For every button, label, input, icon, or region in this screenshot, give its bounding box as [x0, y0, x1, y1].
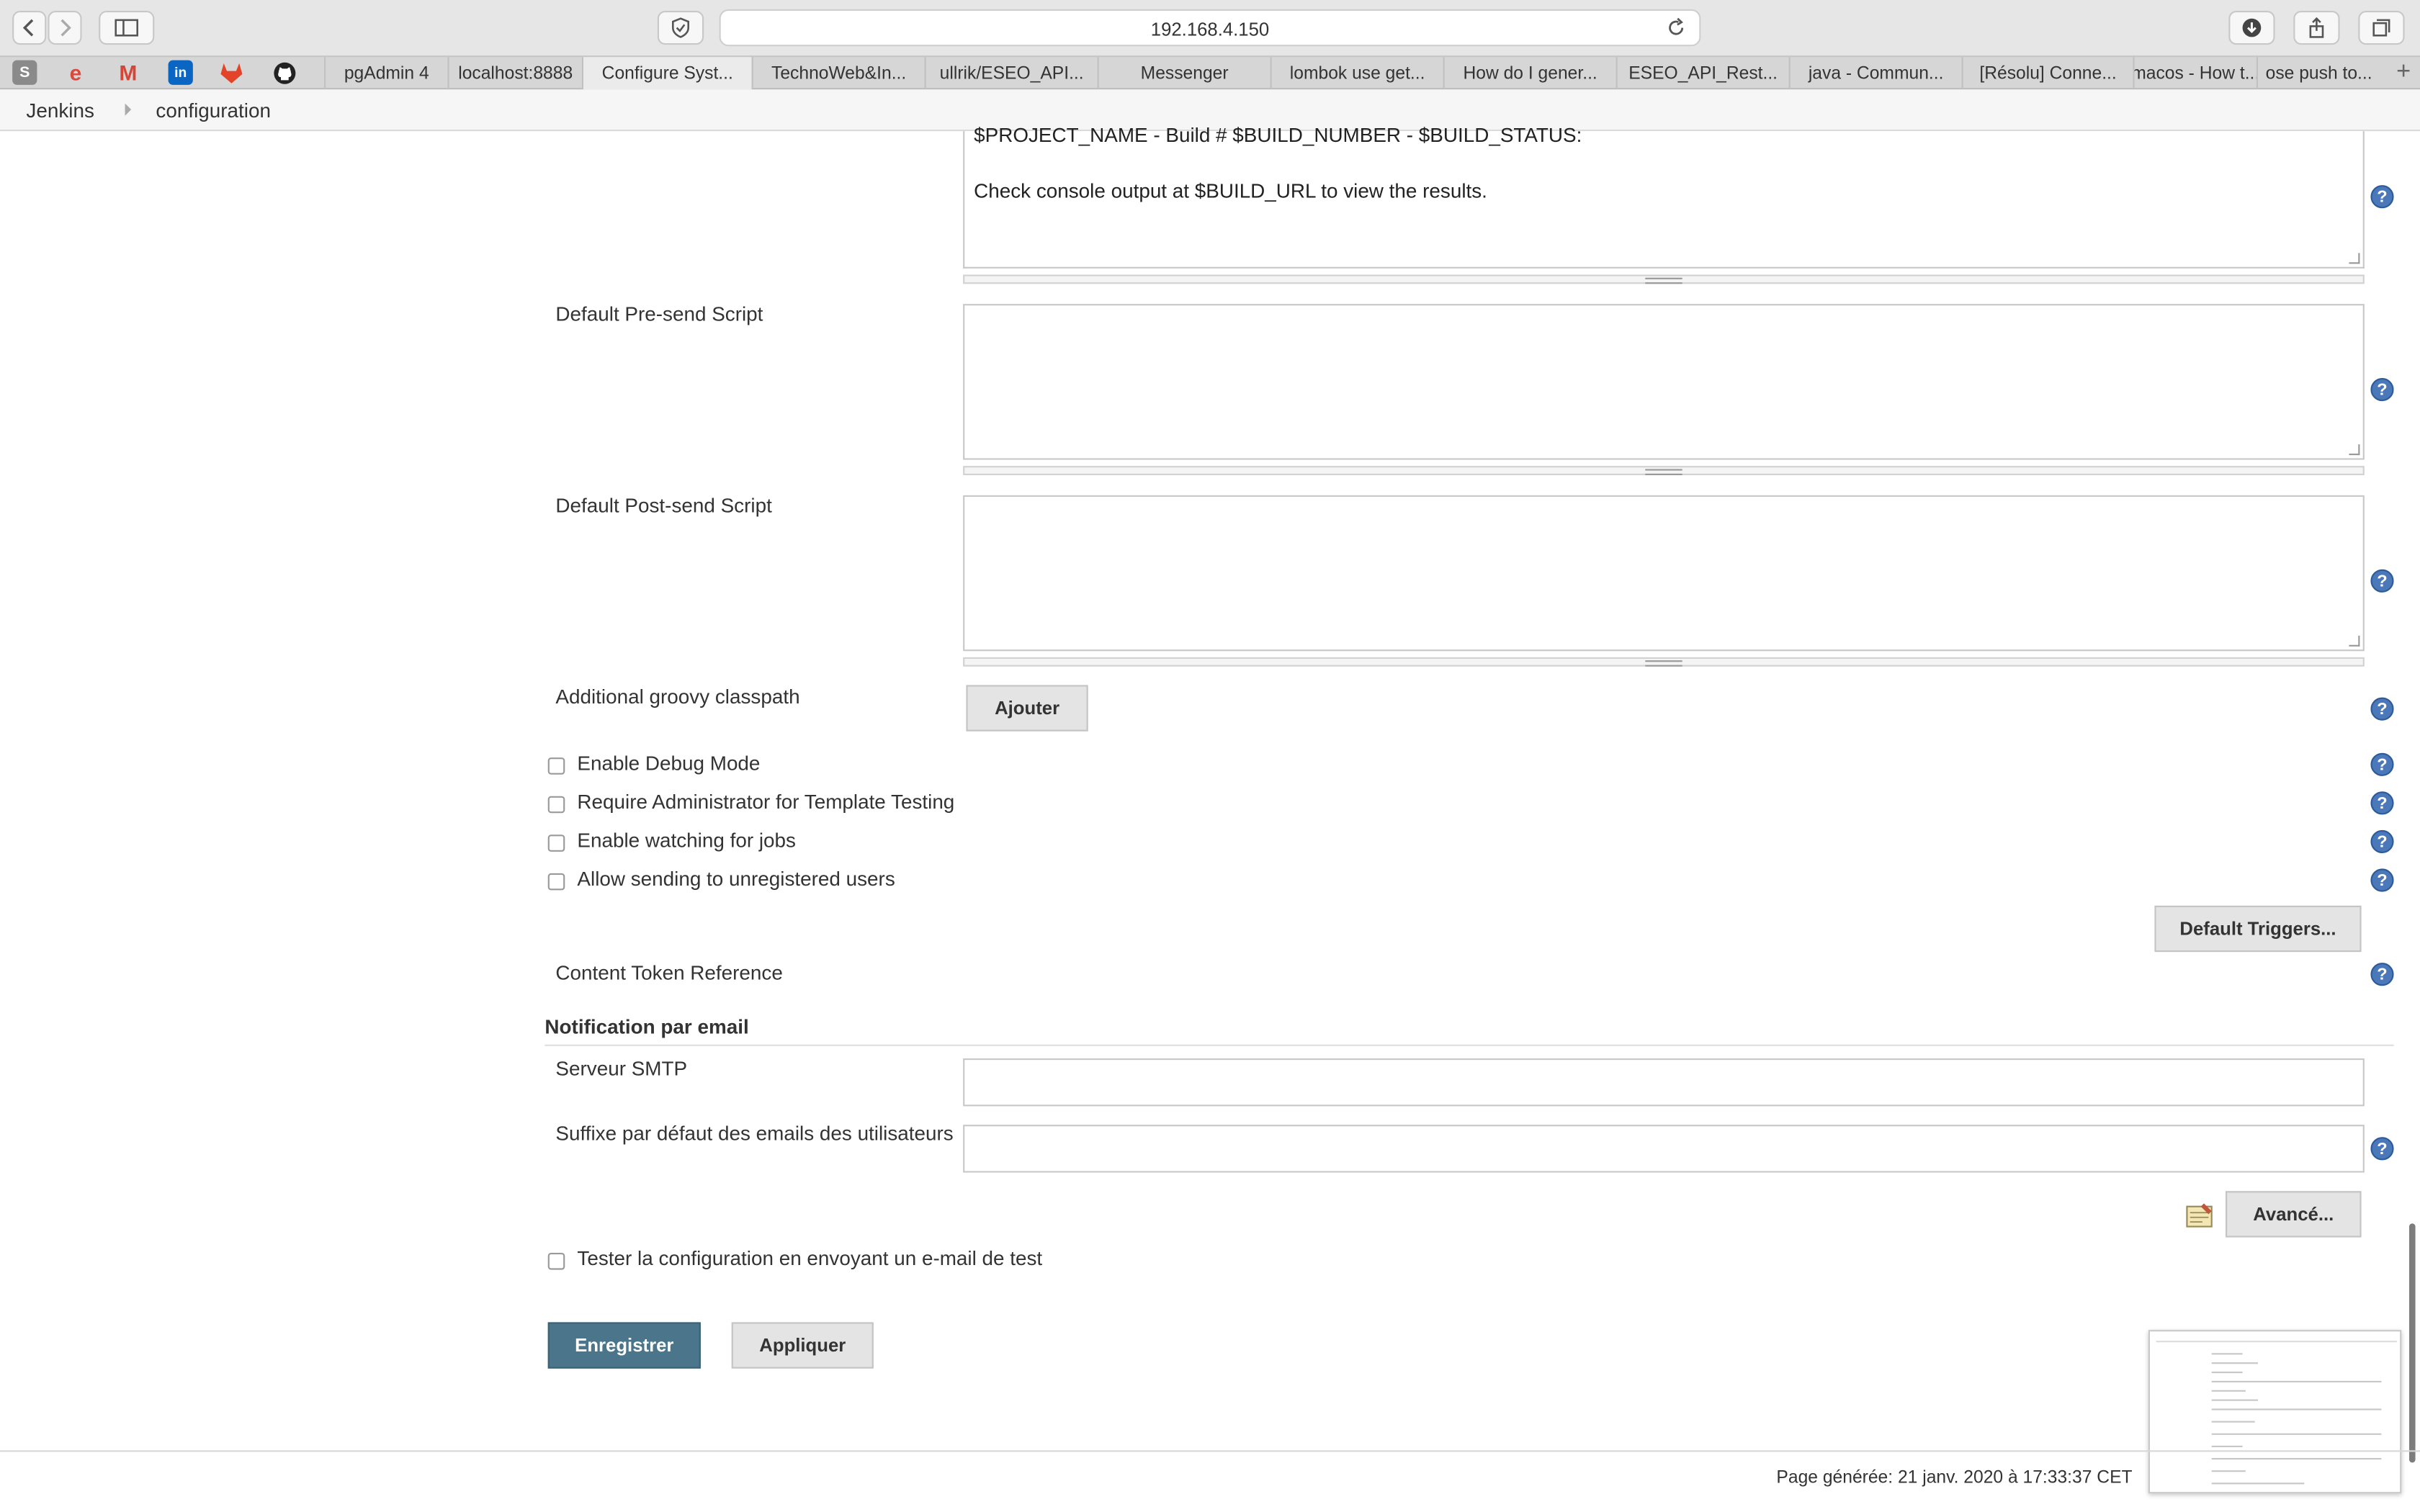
- tab-eseo-api-rest[interactable]: ESEO_API_Rest...: [1615, 57, 1789, 90]
- help-icon[interactable]: ?: [2370, 569, 2394, 593]
- sidebar-toggle-button[interactable]: [99, 11, 155, 45]
- post-send-script-textarea[interactable]: [963, 495, 2365, 652]
- page-preview-thumbnail[interactable]: [2148, 1330, 2402, 1494]
- watching-jobs-label: Enable watching for jobs: [577, 828, 796, 852]
- tab-technoweb[interactable]: TechnoWeb&In...: [751, 57, 925, 90]
- breadcrumb-separator-icon: [125, 103, 132, 116]
- reload-icon[interactable]: [1665, 17, 1687, 39]
- bookmark-e-icon[interactable]: e: [63, 60, 88, 85]
- url-text: 192.168.4.150: [1150, 18, 1270, 40]
- bookmark-s-icon[interactable]: S: [12, 60, 37, 85]
- help-icon[interactable]: ?: [2370, 829, 2394, 853]
- textarea-resize-handle[interactable]: [963, 274, 2365, 284]
- require-admin-checkbox[interactable]: [547, 796, 565, 814]
- share-button[interactable]: [2293, 11, 2340, 45]
- tab-how-do-i[interactable]: How do I gener...: [1443, 57, 1616, 90]
- tabs-icon: [2372, 19, 2390, 37]
- test-config-checkbox[interactable]: [547, 1253, 565, 1270]
- resize-grip-icon[interactable]: [2349, 444, 2360, 456]
- tab-lombok[interactable]: lombok use get...: [1270, 57, 1443, 90]
- tab-messenger[interactable]: Messenger: [1097, 57, 1270, 90]
- notification-section-title: Notification par email: [544, 1015, 749, 1039]
- vertical-scrollbar[interactable]: [2409, 1223, 2416, 1463]
- smtp-server-input[interactable]: [963, 1058, 2365, 1107]
- address-bar[interactable]: 192.168.4.150: [719, 9, 1701, 47]
- unregistered-users-label: Allow sending to unregistered users: [577, 867, 895, 891]
- tab-pgadmin[interactable]: pgAdmin 4: [324, 57, 447, 90]
- save-button[interactable]: Enregistrer: [547, 1322, 701, 1369]
- back-button[interactable]: [12, 11, 47, 45]
- downloads-button[interactable]: [2228, 11, 2275, 45]
- default-content-line1: $PROJECT_NAME - Build # $BUILD_NUMBER - …: [974, 123, 1582, 147]
- chevron-right-icon: [60, 19, 71, 37]
- bookmark-gitlab-icon[interactable]: [219, 60, 243, 85]
- unregistered-users-checkbox[interactable]: [547, 873, 565, 891]
- post-send-label: Default Post-send Script: [555, 493, 772, 517]
- tab-overview-button[interactable]: [2358, 11, 2405, 45]
- breadcrumb-configuration[interactable]: configuration: [156, 99, 271, 122]
- help-icon[interactable]: ?: [2370, 868, 2394, 892]
- default-triggers-button[interactable]: Default Triggers...: [2154, 905, 2362, 953]
- forward-button[interactable]: [48, 11, 82, 45]
- help-icon[interactable]: ?: [2370, 791, 2394, 815]
- notepad-icon[interactable]: [2184, 1200, 2215, 1231]
- help-icon[interactable]: ?: [2370, 378, 2394, 402]
- resize-grip-icon[interactable]: [2349, 253, 2360, 264]
- bookmark-github-icon[interactable]: [272, 60, 296, 85]
- pre-send-label: Default Pre-send Script: [555, 302, 763, 326]
- content-token-label: Content Token Reference: [555, 961, 783, 985]
- tab-ullrik-eseo[interactable]: ullrik/ESEO_API...: [924, 57, 1098, 90]
- resize-grip-icon[interactable]: [2349, 635, 2360, 647]
- debug-mode-label: Enable Debug Mode: [577, 751, 761, 775]
- tab-macos[interactable]: macos - How t...: [2133, 57, 2257, 90]
- tab-configure-system[interactable]: Configure Syst...: [581, 57, 752, 90]
- breadcrumb-jenkins[interactable]: Jenkins: [26, 99, 94, 122]
- new-tab-button[interactable]: +: [2396, 58, 2411, 86]
- help-icon[interactable]: ?: [2370, 963, 2394, 986]
- advanced-button[interactable]: Avancé...: [2226, 1191, 2362, 1238]
- test-config-label: Tester la configuration en envoyant un e…: [577, 1246, 1043, 1270]
- privacy-shield-button[interactable]: [657, 11, 704, 45]
- pre-send-script-textarea[interactable]: [963, 304, 2365, 460]
- groovy-classpath-label: Additional groovy classpath: [555, 685, 800, 708]
- help-icon[interactable]: ?: [2370, 752, 2394, 776]
- tab-push[interactable]: ose push to...: [2256, 57, 2380, 90]
- textarea-resize-handle[interactable]: [963, 466, 2365, 475]
- watching-jobs-checkbox[interactable]: [547, 834, 565, 852]
- email-suffix-label: Suffixe par défaut des emails des utilis…: [555, 1121, 954, 1145]
- help-icon[interactable]: ?: [2370, 1137, 2394, 1161]
- chevron-left-icon: [22, 19, 34, 37]
- default-content-textarea[interactable]: $PROJECT_NAME - Build # $BUILD_NUMBER - …: [963, 123, 2365, 269]
- browser-toolbar: 192.168.4.150: [0, 0, 2420, 56]
- page-generated-text: Page générée: 21 janv. 2020 à 17:33:37 C…: [1776, 1468, 2133, 1488]
- tab-bar: S e M in pgAdmin 4 localhost:8888 Config…: [0, 55, 2420, 90]
- section-divider: [544, 1044, 2394, 1046]
- bookmark-linkedin-icon[interactable]: in: [168, 60, 193, 85]
- add-classpath-button[interactable]: Ajouter: [966, 685, 1088, 732]
- default-content-line2: Check console output at $BUILD_URL to vi…: [974, 179, 1487, 202]
- require-admin-label: Require Administrator for Template Testi…: [577, 790, 955, 814]
- download-icon: [2242, 18, 2262, 37]
- share-icon: [2309, 17, 2324, 38]
- tab-localhost[interactable]: localhost:8888: [447, 57, 581, 90]
- email-suffix-input[interactable]: [963, 1125, 2365, 1173]
- help-icon[interactable]: ?: [2370, 185, 2394, 209]
- sidebar-icon: [115, 19, 138, 37]
- apply-button[interactable]: Appliquer: [731, 1322, 874, 1369]
- shield-icon: [671, 17, 689, 38]
- debug-mode-checkbox[interactable]: [547, 757, 565, 775]
- bookmark-gmail-icon[interactable]: M: [116, 60, 140, 85]
- textarea-resize-handle[interactable]: [963, 657, 2365, 667]
- tab-resolu[interactable]: [Résolu] Conne...: [1961, 57, 2133, 90]
- smtp-server-label: Serveur SMTP: [555, 1056, 688, 1080]
- help-icon[interactable]: ?: [2370, 697, 2394, 721]
- tab-java-commun[interactable]: java - Commun...: [1788, 57, 1962, 90]
- footer-divider: [0, 1450, 2420, 1452]
